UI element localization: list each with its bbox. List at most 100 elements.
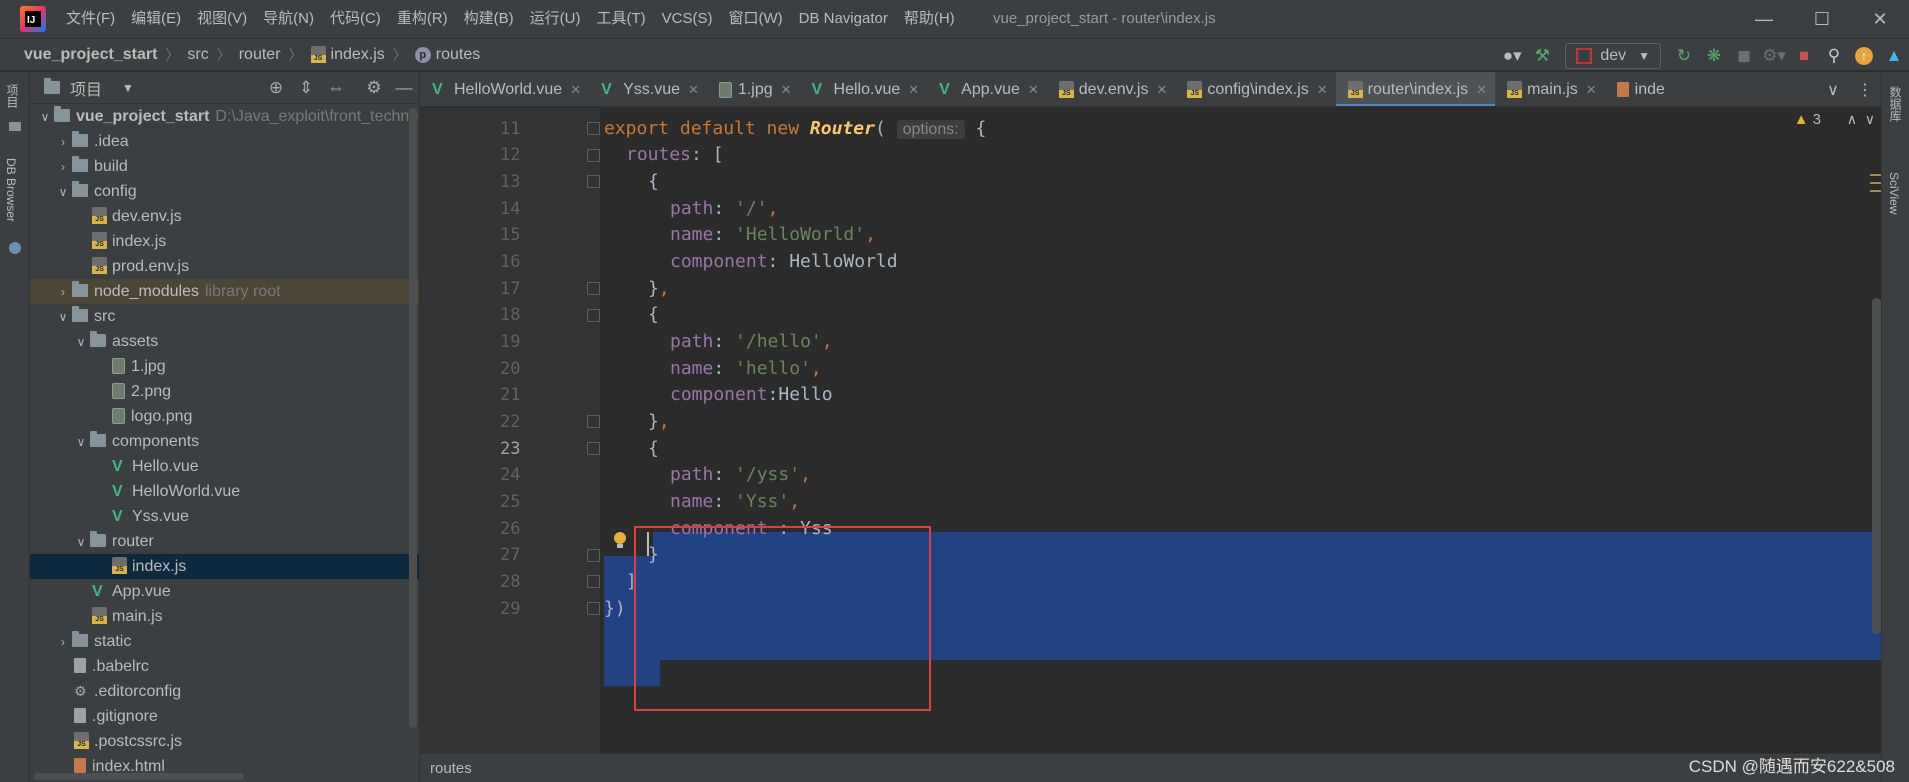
search-icon[interactable]: ⚲: [1819, 41, 1849, 71]
tree-item-idea[interactable]: › .idea: [30, 129, 419, 154]
close-icon[interactable]: ✕: [1586, 82, 1597, 98]
menu-build[interactable]: 构建(B): [456, 0, 522, 38]
tree-item-dev-env-js[interactable]: dev.env.js: [30, 204, 419, 229]
maximize-icon[interactable]: ☐: [1793, 0, 1851, 38]
tool-tab-database[interactable]: 数据库: [1887, 86, 1904, 122]
menu-view[interactable]: 视图(V): [189, 0, 255, 38]
tree-item-editorconfig[interactable]: ⚙ .editorconfig: [30, 679, 419, 704]
tab-main-js[interactable]: main.js ✕: [1495, 72, 1605, 106]
menu-help[interactable]: 帮助(H): [896, 0, 963, 38]
menu-vcs[interactable]: VCS(S): [654, 0, 721, 38]
collapse-all-icon[interactable]: ⇔: [321, 78, 351, 98]
close-icon[interactable]: ✕: [1156, 82, 1167, 98]
hide-icon[interactable]: —: [389, 78, 419, 98]
fold-marker-icon[interactable]: [587, 149, 600, 162]
close-icon[interactable]: ✕: [1028, 82, 1039, 98]
fold-marker-icon[interactable]: [587, 442, 600, 455]
close-icon[interactable]: ✕: [781, 82, 792, 98]
fold-marker-icon[interactable]: [587, 122, 600, 135]
editor-breadcrumb-item[interactable]: routes: [430, 760, 472, 777]
lightbulb-icon[interactable]: [613, 532, 627, 550]
tree-item-1-jpg[interactable]: 1.jpg: [30, 354, 419, 379]
minimize-icon[interactable]: —: [1735, 0, 1793, 38]
chevron-down-icon[interactable]: ∨: [72, 330, 90, 355]
chevron-right-icon[interactable]: ›: [54, 280, 72, 305]
close-window-icon[interactable]: ✕: [1851, 0, 1909, 38]
fold-marker-icon[interactable]: [587, 575, 600, 588]
chevron-down-icon[interactable]: ∨: [72, 530, 90, 555]
tree-item-router[interactable]: ∨ router: [30, 529, 419, 554]
tree-item-static[interactable]: › static: [30, 629, 419, 654]
project-tree-scrollbar[interactable]: [409, 108, 417, 728]
tree-item-main-js[interactable]: main.js: [30, 604, 419, 629]
tree-item-root[interactable]: ∨ vue_project_start D:\Java_exploit\front_…: [30, 104, 419, 129]
close-icon[interactable]: ✕: [1317, 82, 1328, 98]
menu-tools[interactable]: 工具(T): [588, 0, 653, 38]
breadcrumb-symbol[interactable]: routes: [436, 46, 480, 64]
chevron-down-icon[interactable]: ∨: [1817, 80, 1849, 100]
menu-code[interactable]: 代码(C): [322, 0, 389, 38]
tree-item-node-modules[interactable]: › node_modules library root: [30, 279, 419, 304]
tool-tab-sciview[interactable]: SciView: [1887, 172, 1901, 214]
menu-refactor[interactable]: 重构(R): [389, 0, 456, 38]
chevron-right-icon[interactable]: ›: [54, 155, 72, 180]
editor-scrollbar[interactable]: [1872, 298, 1881, 634]
breadcrumb-file[interactable]: index.js: [331, 46, 385, 64]
menu-window[interactable]: 窗口(W): [720, 0, 790, 38]
gear-icon[interactable]: ⚙: [359, 78, 389, 98]
coverage-icon[interactable]: ◼: [1729, 41, 1759, 71]
tree-item-config[interactable]: ∨ config: [30, 179, 419, 204]
tab-yss-vue[interactable]: V Yss.vue ✕: [589, 72, 707, 106]
locate-icon[interactable]: ⊕: [261, 78, 291, 98]
tab-helloworld-vue[interactable]: V HelloWorld.vue ✕: [420, 72, 589, 106]
close-icon[interactable]: ✕: [570, 82, 581, 98]
project-panel-title[interactable]: 项目: [70, 76, 102, 100]
close-icon[interactable]: ✕: [908, 82, 919, 98]
breadcrumb-router[interactable]: router: [239, 46, 281, 64]
tab-dev-env-js[interactable]: dev.env.js ✕: [1047, 72, 1176, 106]
rerun-icon[interactable]: ↻: [1669, 41, 1699, 71]
tree-item-hello-vue[interactable]: V Hello.vue: [30, 454, 419, 479]
user-icon[interactable]: ●▾: [1497, 41, 1527, 71]
tree-item-gitignore[interactable]: .gitignore: [30, 704, 419, 729]
tree-item-postcssrc-js[interactable]: .postcssrc.js: [30, 729, 419, 754]
build-hammer-icon[interactable]: ⚒: [1527, 41, 1557, 71]
tab-hello-vue[interactable]: V Hello.vue ✕: [800, 72, 928, 106]
chevron-down-icon[interactable]: ▼: [122, 81, 134, 95]
stop-icon[interactable]: ■: [1789, 41, 1819, 71]
tree-item-yss-vue[interactable]: V Yss.vue: [30, 504, 419, 529]
menu-run[interactable]: 运行(U): [522, 0, 589, 38]
inspection-widget[interactable]: ▲ 3: [1794, 111, 1821, 128]
breadcrumb-project[interactable]: vue_project_start: [24, 46, 157, 64]
tree-item-prod-env-js[interactable]: prod.env.js: [30, 254, 419, 279]
chevron-right-icon[interactable]: ›: [54, 130, 72, 155]
chevron-down-icon[interactable]: ∨: [1865, 111, 1875, 127]
chevron-down-icon[interactable]: ∨: [54, 305, 72, 330]
fold-marker-icon[interactable]: [587, 415, 600, 428]
chevron-right-icon[interactable]: ›: [54, 630, 72, 655]
menu-db-navigator[interactable]: DB Navigator: [791, 0, 896, 38]
chevron-down-icon[interactable]: ∨: [54, 180, 72, 205]
menu-file[interactable]: 文件(F): [58, 0, 123, 38]
run-configuration-select[interactable]: dev ▼: [1565, 42, 1661, 69]
fold-marker-icon[interactable]: [587, 175, 600, 188]
fold-marker-icon[interactable]: [587, 549, 600, 562]
tree-item-app-vue[interactable]: V App.vue: [30, 579, 419, 604]
update-icon[interactable]: ↑: [1849, 41, 1879, 71]
tree-item-components[interactable]: ∨ components: [30, 429, 419, 454]
tree-item-helloworld-vue[interactable]: V HelloWorld.vue: [30, 479, 419, 504]
project-tree-horizontal-scrollbar[interactable]: [34, 773, 244, 780]
more-vertical-icon[interactable]: ⋮: [1849, 80, 1881, 100]
tree-item-babelrc[interactable]: .babelrc: [30, 654, 419, 679]
debug-bug-icon[interactable]: ❋: [1699, 41, 1729, 71]
tab-config-index-js[interactable]: config\index.js ✕: [1175, 72, 1335, 106]
tree-item-config-index-js[interactable]: index.js: [30, 229, 419, 254]
tab-app-vue[interactable]: V App.vue ✕: [927, 72, 1047, 106]
tree-item-src[interactable]: ∨ src: [30, 304, 419, 329]
chevron-up-icon[interactable]: ∧: [1847, 111, 1857, 127]
breadcrumb-src[interactable]: src: [187, 46, 208, 64]
menu-edit[interactable]: 编辑(E): [123, 0, 189, 38]
plugin-logo-icon[interactable]: ▲: [1879, 41, 1909, 71]
close-icon[interactable]: ✕: [1476, 82, 1487, 98]
tab-1-jpg[interactable]: 1.jpg ✕: [707, 72, 800, 106]
